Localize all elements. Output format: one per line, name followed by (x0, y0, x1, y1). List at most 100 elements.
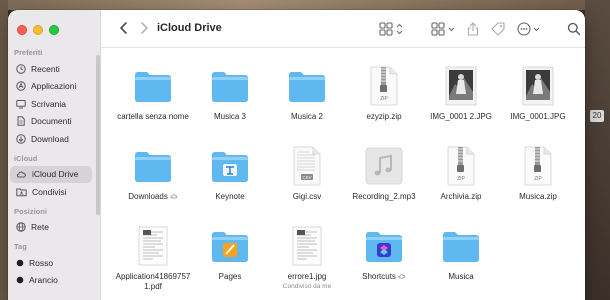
sidebar-item-label: Applicazioni (31, 81, 77, 91)
file-item[interactable]: Musica 3 (192, 64, 268, 122)
folder-icon (208, 64, 252, 108)
file-item[interactable]: Application418697571.pdf (115, 224, 191, 292)
share-icon (467, 22, 479, 36)
shared-folder-icon (16, 187, 27, 197)
sidebar-item-rete[interactable]: Rete (10, 219, 92, 236)
file-name: Gigi.csv (269, 192, 345, 202)
view-mode-button[interactable] (379, 22, 405, 36)
svg-text:CSV: CSV (302, 175, 311, 180)
file-item[interactable]: IMG_0001.JPG (500, 64, 576, 122)
sidebar-item-scrivania[interactable]: Scrivania (10, 95, 92, 112)
tag-icon (491, 22, 505, 36)
file-name: Downloads (115, 192, 191, 203)
file-item[interactable]: Musica 2 (269, 64, 345, 122)
file-name-text: Recording_2.mp3 (352, 192, 416, 201)
csv-file-icon: CSV (285, 144, 329, 188)
file-name: Musica 3 (192, 112, 268, 122)
sidebar-item-icloud-drive[interactable]: iCloud Drive (10, 165, 92, 183)
folder-icon (131, 64, 175, 108)
file-name: Musica 2 (269, 112, 345, 122)
group-icon (431, 22, 455, 36)
maximize-window-button[interactable] (49, 25, 59, 35)
sidebar-item-label: Arancio (29, 275, 58, 285)
sidebar-item-applicazioni[interactable]: Applicazioni (10, 78, 92, 95)
file-name: Pages (192, 272, 268, 282)
sidebar-item-label: iCloud Drive (32, 169, 79, 179)
share-button[interactable] (467, 22, 479, 36)
file-name: Musica (423, 272, 499, 282)
file-item[interactable]: ZIP ezyzip.zip (346, 64, 422, 122)
group-button[interactable] (431, 22, 457, 36)
sidebar-scrollbar[interactable] (96, 55, 100, 215)
clock-icon (16, 63, 26, 74)
forward-button[interactable] (137, 21, 151, 37)
search-button[interactable] (567, 22, 581, 36)
file-name: errore1.jpg (269, 272, 345, 282)
sidebar-item-download[interactable]: Download (10, 130, 92, 147)
minimize-window-button[interactable] (33, 25, 43, 35)
more-actions-button[interactable] (517, 22, 543, 36)
ellipsis-circle-icon (517, 22, 540, 36)
file-name-text: Musica 3 (213, 112, 246, 121)
chevron-right-icon (141, 22, 149, 34)
back-button[interactable] (117, 21, 131, 37)
file-name-text: errore1.jpg (287, 272, 327, 281)
tag-dot-icon (16, 275, 24, 285)
image-file-icon (439, 64, 483, 108)
file-item[interactable]: CSV Gigi.csv (269, 144, 345, 202)
sidebar-item-arancio[interactable]: Arancio (10, 272, 92, 289)
file-name: IMG_0001 2.JPG (423, 112, 499, 122)
sidebar-item-condivisi[interactable]: Condivisi (10, 183, 92, 200)
zip-file-icon: ZIP (439, 144, 483, 188)
tag-button[interactable] (491, 22, 505, 36)
folder-icon (439, 224, 483, 268)
sidebar-item-label: Rosso (29, 257, 54, 268)
file-name: Musica.zip (500, 192, 576, 202)
document-file-icon (131, 224, 175, 268)
file-name-text: Pages (218, 272, 242, 281)
file-grid: cartella senza nome Musica 3 Musica 2 ZIP ez… (101, 48, 585, 300)
file-name-text: Musica.zip (519, 192, 557, 201)
sidebar-item-documenti[interactable]: Documenti (10, 113, 92, 130)
window-title: iCloud Drive (157, 22, 222, 34)
file-item[interactable]: Pages (192, 224, 268, 282)
sidebar-item-rosso[interactable]: Rosso (10, 254, 92, 271)
file-name-text: Shortcuts (362, 272, 396, 281)
finder-window: Preferiti Recenti Applicazioni Scrivania Doc… (8, 10, 585, 300)
sidebar-item-label: Condivisi (32, 186, 67, 197)
file-item[interactable]: ZIP Musica.zip (500, 144, 576, 202)
file-name-text: cartella senza nome (117, 112, 189, 121)
file-name: cartella senza nome (115, 112, 191, 122)
icloud-status-icon (396, 274, 406, 281)
file-name-text: ezyzip.zip (366, 112, 402, 121)
file-item[interactable]: Musica (423, 224, 499, 282)
sidebar-section-title: iCloud (14, 153, 38, 163)
desktop-background (0, 0, 610, 10)
file-item[interactable]: cartella senza nome (115, 64, 191, 122)
sidebar-item-recenti[interactable]: Recenti (10, 60, 92, 77)
file-item[interactable]: IMG_0001 2.JPG (423, 64, 499, 122)
sidebar-section-title: Posizioni (14, 206, 47, 216)
audio-file-icon (362, 144, 406, 188)
cloud-icon (16, 169, 27, 179)
file-item[interactable]: Shortcuts (346, 224, 422, 283)
grid-view-icon (379, 22, 403, 36)
file-item[interactable]: Keynote (192, 144, 268, 202)
file-name-text: Application418697571.pdf (115, 272, 191, 291)
file-item[interactable]: errore1.jpg Condiviso da me (269, 224, 345, 290)
file-name: Shortcuts (346, 272, 422, 283)
icloud-status-icon (168, 194, 178, 201)
toolbar: iCloud Drive (101, 10, 585, 48)
zip-file-icon: ZIP (516, 144, 560, 188)
file-item[interactable]: Downloads (115, 144, 191, 203)
svg-text:ZIP: ZIP (380, 96, 388, 102)
file-item[interactable]: ZIP Archivia.zip (423, 144, 499, 202)
desktop-background-right: 20 (585, 0, 610, 300)
close-window-button[interactable] (17, 25, 27, 35)
svg-text:ZIP: ZIP (534, 176, 542, 182)
zip-file-icon: ZIP (362, 64, 406, 108)
file-name: Application418697571.pdf (115, 272, 191, 292)
file-subtitle: Condiviso da me (282, 283, 332, 290)
file-item[interactable]: Recording_2.mp3 (346, 144, 422, 202)
shortcuts-folder-icon (362, 224, 406, 268)
